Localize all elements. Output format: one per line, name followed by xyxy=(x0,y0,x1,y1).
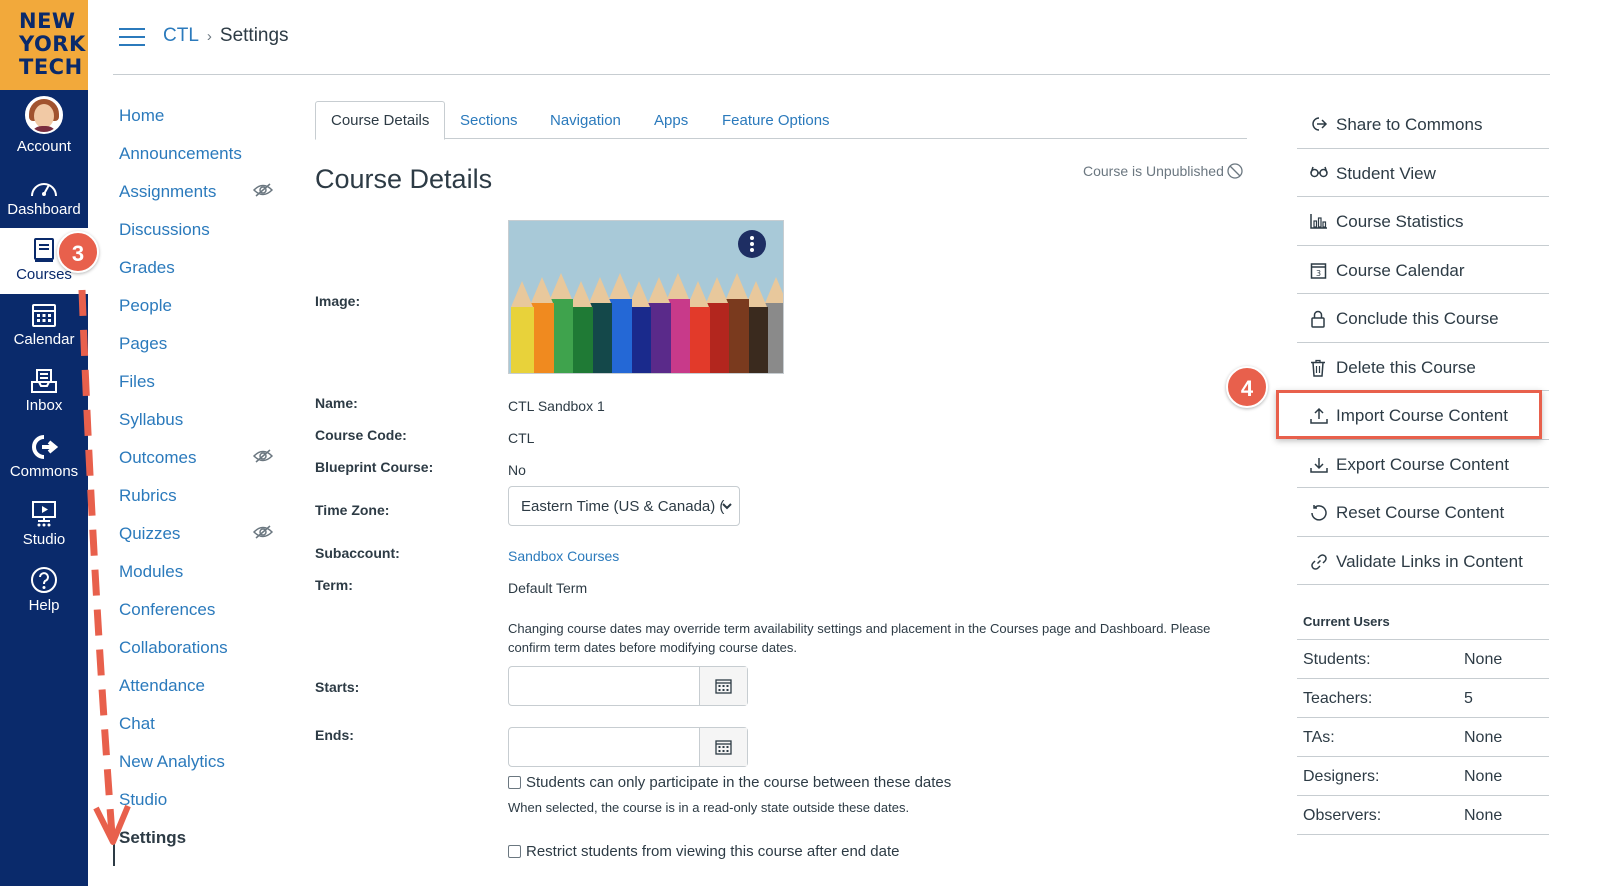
annotation-overlay xyxy=(78,289,131,845)
step-badge-4: 4 xyxy=(1226,366,1268,408)
dashed-arrow-annotation xyxy=(78,289,116,836)
step-badge-3: 3 xyxy=(57,231,99,273)
